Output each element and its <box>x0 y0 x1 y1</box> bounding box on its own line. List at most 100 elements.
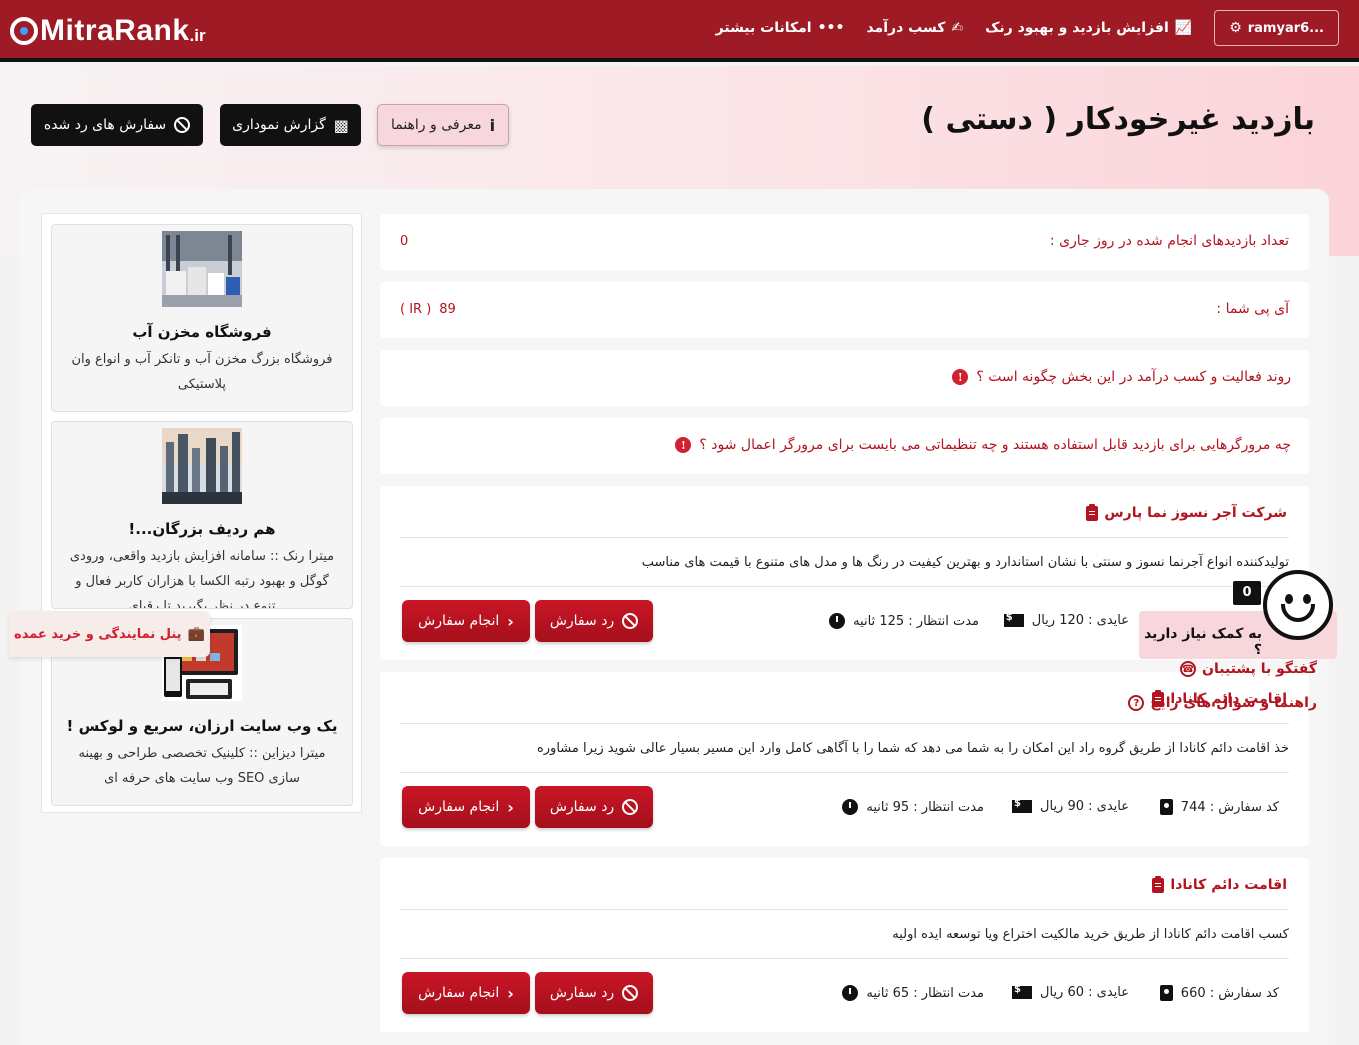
ban-icon <box>174 117 191 133</box>
ad-card[interactable]: فروشگاه مخزن آب فروشگاه بزرگ مخزن آب و ت… <box>51 224 353 412</box>
ellipsis-icon: ••• <box>817 20 845 36</box>
logo-text: MitraRank <box>40 14 190 47</box>
clock-icon <box>842 799 859 815</box>
reject-label: رد سفارش <box>549 799 615 815</box>
reject-order-button[interactable]: رد سفارش <box>535 972 653 1014</box>
ad-title: یک وب سایت ارزان، سریع و لوکس ! <box>66 717 338 735</box>
smiley-mouth <box>1281 604 1315 622</box>
user-menu-button[interactable]: ⚙ ramyar6... <box>1214 10 1339 46</box>
job-code: کد سفارش : 744 <box>1159 799 1279 815</box>
divider <box>400 537 1289 538</box>
guide-button[interactable]: i معرفی و راهنما <box>377 104 509 146</box>
do-label: انجام سفارش <box>418 613 500 629</box>
nav-earn-money[interactable]: ✍ کسب درآمد <box>866 20 963 36</box>
clock-icon <box>829 613 846 629</box>
ad-image-skyline <box>162 428 242 504</box>
ip-value-group: ( IR ) 89 <box>400 302 456 317</box>
faq-link[interactable]: ? راهنما و سوال های رایج <box>1128 695 1317 711</box>
user-gear-icon: ⚙ <box>1229 20 1242 36</box>
faq-activity[interactable]: ! روند فعالیت و کسب درآمد در این بخش چگو… <box>952 369 1291 385</box>
do-order-button[interactable]: ‹ انجام سفارش <box>402 786 530 828</box>
money-icon <box>1012 798 1033 813</box>
faq-activity-card[interactable]: ! روند فعالیت و کسب درآمد در این بخش چگو… <box>380 350 1309 406</box>
faq-label: راهنما و سوال های رایج <box>1150 695 1317 711</box>
ip-card: آی پی شما : ( IR ) 89 <box>380 282 1309 338</box>
guide-button-label: معرفی و راهنما <box>390 117 482 133</box>
divider <box>400 586 1289 587</box>
ad-image-warehouse <box>162 231 242 307</box>
headset-icon: ☎ <box>1180 661 1197 677</box>
main-nav: ⚙ ramyar6... 📈 افزایش بازدید و بهبود رنک… <box>716 10 1339 46</box>
reject-label: رد سفارش <box>549 985 615 1001</box>
do-order-button[interactable]: ‹ انجام سفارش <box>402 600 530 642</box>
support-chat-label: گفتگو با پشتیبان <box>1202 661 1317 677</box>
job-wait-time: مدت انتظار : 125 ثانیه <box>829 613 979 629</box>
ip-country: ( IR ) <box>400 302 432 317</box>
reseller-label: پنل نمایندگی و خرید عمده <box>14 626 182 642</box>
top-navbar: MitraRank .ir ⚙ ramyar6... 📈 افزایش بازد… <box>0 0 1359 62</box>
divider <box>400 958 1289 959</box>
reject-order-button[interactable]: رد سفارش <box>535 786 653 828</box>
job-wait-time: مدت انتظار : 65 ثانیه <box>842 985 984 1001</box>
site-logo[interactable]: MitraRank .ir <box>10 10 206 52</box>
smiley-eye <box>1285 594 1293 604</box>
do-order-button[interactable]: ‹ انجام سفارش <box>402 972 530 1014</box>
info-icon: i <box>489 115 496 135</box>
ad-card[interactable]: هم ردیف بزرگان...! میترا رنک :: سامانه ا… <box>51 421 353 609</box>
bar-chart-icon: ▩ <box>333 115 349 135</box>
support-chat-link[interactable]: ☎ گفتگو با پشتیبان <box>1180 661 1317 677</box>
visits-today-card: تعداد بازدیدهای انجام شده در روز جاری : … <box>380 214 1309 270</box>
divider <box>400 772 1289 773</box>
ban-icon <box>622 799 639 815</box>
job-reward-text: عایدی : 120 ریال <box>1031 613 1129 628</box>
nav-more-features[interactable]: ••• امکانات بیشتر <box>716 20 845 36</box>
job-reward-text: عایدی : 90 ریال <box>1040 799 1129 814</box>
job-code-text: کد سفارش : 744 <box>1180 799 1279 815</box>
question-icon: ? <box>1128 695 1145 711</box>
username: ramyar6... <box>1247 20 1324 36</box>
chevron-left-icon: ‹ <box>507 983 514 1003</box>
chevron-left-icon: ‹ <box>507 611 514 631</box>
faq-browsers-text: چه مرورگرهایی برای بازدید قابل استفاده ه… <box>699 437 1291 453</box>
rejected-orders-button[interactable]: سفارش های رد شده <box>31 104 203 146</box>
chart-report-label: گزارش نموداری <box>232 117 326 133</box>
reject-order-button[interactable]: رد سفارش <box>535 600 653 642</box>
do-label: انجام سفارش <box>418 985 500 1001</box>
visits-today-label: تعداد بازدیدهای انجام شده در روز جاری : <box>1049 233 1289 249</box>
chart-report-button[interactable]: ▩ گزارش نموداری <box>220 104 361 146</box>
job-code-text: کد سفارش : 660 <box>1180 985 1279 1001</box>
reject-label: رد سفارش <box>549 613 615 629</box>
reseller-panel-button[interactable]: 💼 پنل نمایندگی و خرید عمده <box>9 611 210 657</box>
job-title-text: اقامت دائم کانادا <box>1170 877 1287 893</box>
job-wait-time: مدت انتظار : 95 ثانیه <box>842 799 984 815</box>
nav-increase-visits[interactable]: 📈 افزایش بازدید و بهبود رنک <box>985 20 1192 36</box>
faq-activity-text: روند فعالیت و کسب درآمد در این بخش چگونه… <box>976 369 1291 385</box>
ad-title: هم ردیف بزرگان...! <box>128 520 276 538</box>
chart-line-icon: 📈 <box>1174 20 1193 36</box>
money-icon <box>1012 984 1033 999</box>
job-card: اقامت دائم کانادا کسب اقامت دائم کانادا … <box>380 858 1309 1032</box>
job-wait-text: مدت انتظار : 65 ثانیه <box>866 985 984 1001</box>
job-wait-text: مدت انتظار : 95 ثانیه <box>866 799 984 815</box>
faq-browsers-card[interactable]: ! چه مرورگرهایی برای بازدید قابل استفاده… <box>380 418 1309 474</box>
smiley-icon[interactable] <box>1263 570 1333 640</box>
id-badge-icon <box>1159 985 1173 1001</box>
job-title-text: شرکت آجر نسوز نما پارس <box>1104 505 1287 521</box>
clock-icon <box>842 985 859 1001</box>
visits-today-value: 0 <box>400 234 409 249</box>
page-title: بازدید غیرخودکار ( دستی ) <box>921 102 1315 137</box>
job-reward: عایدی : 60 ریال <box>1012 984 1129 1000</box>
logo-icon <box>10 17 38 45</box>
clipboard-icon <box>1086 503 1099 521</box>
ad-text: فروشگاه بزرگ مخزن آب و تانکر آب و انواع … <box>71 352 333 392</box>
nav-label: کسب درآمد <box>866 20 946 36</box>
money-icon <box>1003 612 1024 627</box>
faq-browsers[interactable]: ! چه مرورگرهایی برای بازدید قابل استفاده… <box>675 437 1291 453</box>
job-wait-text: مدت انتظار : 125 ثانیه <box>853 613 979 629</box>
job-title: اقامت دائم کانادا <box>1152 875 1287 893</box>
divider <box>400 909 1289 910</box>
ban-icon <box>622 613 639 629</box>
job-reward: عایدی : 90 ریال <box>1012 798 1129 814</box>
unread-messages-badge[interactable]: 0 <box>1233 581 1261 605</box>
chevron-left-icon: ‹ <box>507 797 514 817</box>
